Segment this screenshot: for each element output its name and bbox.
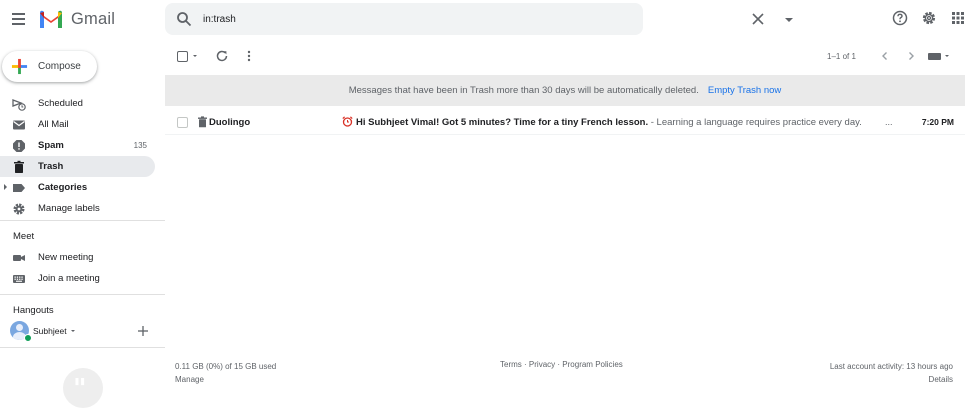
terms-link[interactable]: Terms: [500, 360, 522, 369]
new-meeting-item[interactable]: New meeting: [0, 247, 155, 268]
sidebar-item-all-mail[interactable]: All Mail: [0, 114, 155, 135]
avatar-head: [16, 324, 23, 331]
sidebar-divider: [0, 347, 165, 348]
video-camera-icon: [13, 255, 25, 261]
compose-label: Compose: [38, 61, 81, 72]
privacy-link[interactable]: Privacy: [529, 360, 555, 369]
meet-section-title: Meet: [13, 231, 35, 242]
sidebar-divider: [0, 220, 165, 221]
expand-caret-icon[interactable]: [4, 184, 7, 190]
menu-icon-bar: [12, 13, 25, 15]
clear-search-icon[interactable]: [752, 13, 764, 25]
main-menu-button[interactable]: [9, 9, 29, 29]
program-policies-link[interactable]: Program Policies: [562, 360, 622, 369]
alarm-clock-icon: [342, 116, 353, 127]
trash-info-banner: Messages that have been in Trash more th…: [165, 75, 965, 106]
settings-gear-icon[interactable]: [921, 10, 937, 26]
refresh-icon[interactable]: [215, 49, 229, 63]
hangouts-section-title: Hangouts: [13, 305, 54, 316]
footer-separator: ·: [524, 360, 527, 369]
trash-icon: [198, 116, 207, 128]
input-tools-dropdown-icon[interactable]: [945, 55, 949, 57]
sidebar-divider: [0, 294, 165, 295]
search-options-dropdown[interactable]: [785, 18, 793, 22]
activity-details-link[interactable]: Details: [929, 375, 953, 384]
message-snippet: - Learning a language requires practice …: [648, 117, 862, 128]
menu-icon-bar: [12, 18, 25, 20]
menu-icon-bar: [12, 23, 25, 25]
sidebar-item-spam[interactable]: Spam 135: [0, 135, 155, 156]
quote-glyph: ": [73, 374, 87, 404]
row-checkbox[interactable]: [177, 117, 188, 128]
message-subject: Hi Subhjeet Vimal! Got 5 minutes? Time f…: [356, 117, 649, 128]
user-status-dropdown-icon[interactable]: [71, 330, 75, 332]
sidebar-item-label: Scheduled: [38, 98, 83, 109]
message-subject-line: Hi Subhjeet Vimal! Got 5 minutes? Time f…: [356, 117, 862, 128]
join-meeting-label: Join a meeting: [38, 273, 100, 284]
mail-toolbar: 1–1 of 1: [165, 42, 977, 70]
hangouts-user-name: Subhjeet: [33, 326, 67, 336]
footer-separator: ·: [557, 360, 561, 369]
search-icon[interactable]: [176, 11, 192, 27]
search-bar: [165, 3, 793, 35]
table-row[interactable]: Duolingo Hi Subhjeet Vimal! Got 5 minute…: [165, 110, 965, 135]
select-all-checkbox[interactable]: [177, 51, 188, 62]
all-mail-icon: [13, 120, 25, 130]
gear-icon: [13, 203, 25, 215]
gmail-logo[interactable]: Gmail: [38, 9, 115, 29]
add-conversation-icon[interactable]: [137, 325, 149, 337]
join-meeting-item[interactable]: Join a meeting: [0, 268, 155, 289]
spam-icon: [13, 140, 25, 152]
compose-button[interactable]: Compose: [2, 51, 97, 82]
top-header: Gmail: [0, 0, 977, 38]
gmail-logo-icon: [40, 10, 62, 28]
account-activity: Last account activity: 13 hours ago Deta…: [830, 360, 953, 386]
storage-usage: 0.11 GB (0%) of 15 GB used: [175, 362, 277, 371]
message-ellipsis: ...: [885, 117, 893, 127]
more-vert-icon[interactable]: [242, 49, 256, 63]
last-activity-text: Last account activity: 13 hours ago: [829, 362, 953, 371]
app-name: Gmail: [71, 9, 116, 28]
sidebar-item-categories[interactable]: Categories: [0, 177, 155, 198]
storage-info: 0.11 GB (0%) of 15 GB used Manage: [175, 360, 276, 386]
sidebar-item-label: Trash: [38, 161, 64, 172]
online-status-icon: [24, 334, 32, 342]
pagination-text: 1–1 of 1: [827, 52, 856, 61]
select-dropdown-icon[interactable]: [193, 55, 197, 57]
sidebar-item-label: Manage labels: [38, 203, 100, 214]
search-input[interactable]: [203, 9, 583, 29]
new-meeting-label: New meeting: [38, 252, 94, 263]
sidebar-item-label: Spam: [38, 140, 64, 151]
apps-grid-icon[interactable]: [950, 10, 966, 26]
sidebar-item-label: All Mail: [38, 119, 69, 130]
sidebar-item-trash[interactable]: Trash: [0, 156, 155, 177]
scheduled-icon: [12, 99, 26, 111]
input-tools-keyboard-icon[interactable]: [928, 53, 941, 60]
label-icon: [13, 184, 25, 192]
message-sender: Duolingo: [209, 117, 251, 128]
message-time: 7:20 PM: [921, 117, 954, 127]
trash-icon: [14, 160, 24, 173]
help-icon[interactable]: [892, 10, 908, 26]
hangouts-bubble-icon: ": [63, 368, 103, 408]
sidebar-item-scheduled[interactable]: Scheduled: [0, 93, 155, 114]
compose-plus-icon: [11, 58, 28, 75]
footer-links: Terms · Privacy · Program Policies: [500, 360, 623, 369]
keyboard-icon: [13, 275, 25, 283]
sidebar-item-manage-labels[interactable]: Manage labels: [0, 198, 155, 219]
sidebar-nav: Scheduled All Mail Spam 135 Trash Catego…: [0, 93, 165, 219]
chevron-left-icon[interactable]: [878, 49, 892, 63]
spam-count: 135: [133, 141, 147, 150]
empty-trash-link[interactable]: Empty Trash now: [708, 85, 781, 96]
manage-storage-link[interactable]: Manage: [175, 375, 204, 384]
sidebar-item-label: Categories: [38, 182, 88, 193]
banner-message: Messages that have been in Trash more th…: [348, 85, 699, 96]
chevron-right-icon[interactable]: [904, 49, 918, 63]
